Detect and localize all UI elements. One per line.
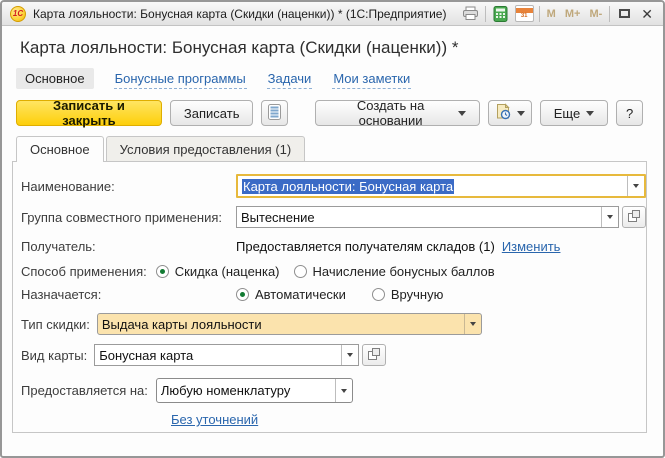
name-input[interactable]: Карта лояльности: Бонусная карта [236, 174, 646, 198]
memory-m-minus-button[interactable]: M- [587, 8, 604, 20]
radio-manually[interactable]: Вручную [372, 287, 443, 302]
apply-method-label: Способ применения: [21, 264, 147, 279]
card-kind-open-button[interactable] [362, 344, 386, 366]
tab-provision-conditions[interactable]: Условия предоставления (1) [106, 136, 306, 161]
maximize-button[interactable] [615, 5, 634, 22]
titlebar-separator [609, 6, 610, 22]
calculator-icon[interactable] [491, 5, 510, 22]
titlebar-separator [539, 6, 540, 22]
name-dropdown-button[interactable] [627, 176, 644, 196]
chevron-down-icon [586, 111, 594, 116]
radio-selected-icon [236, 288, 249, 301]
window-title: Карта лояльности: Бонусная карта (Скидки… [33, 7, 446, 21]
printer-icon[interactable] [461, 5, 480, 22]
command-bar: Записать и закрыть Записать Создать на о… [2, 93, 663, 134]
nav-item-my-notes[interactable]: Мои заметки [332, 69, 411, 89]
save-button[interactable]: Записать [170, 100, 254, 126]
discount-type-dropdown-button[interactable] [464, 314, 481, 334]
titlebar-separator [485, 6, 486, 22]
radio-unselected-icon [372, 288, 385, 301]
register-records-button[interactable] [261, 100, 288, 126]
open-icon [628, 210, 640, 225]
recipient-value: Предоставляется получателям складов (1) [236, 239, 495, 254]
document-history-button[interactable] [488, 100, 532, 126]
card-kind-input[interactable]: Бонусная карта [94, 344, 359, 366]
card-kind-label: Вид карты: [21, 348, 87, 363]
assigned-label: Назначается: [21, 287, 236, 302]
help-button[interactable]: ? [616, 100, 643, 126]
open-icon [368, 348, 380, 363]
nav-item-tasks[interactable]: Задачи [267, 69, 313, 89]
discount-type-input[interactable]: Выдача карты лояльности [97, 313, 482, 335]
memory-m-button[interactable]: M [545, 8, 558, 20]
recipient-change-link[interactable]: Изменить [502, 239, 561, 254]
calendar-icon[interactable]: 31 [515, 5, 534, 22]
chevron-down-icon [517, 111, 525, 116]
radio-selected-icon [156, 265, 169, 278]
shared-group-input[interactable]: Вытеснение [236, 206, 619, 228]
shared-group-open-button[interactable] [622, 206, 646, 228]
chevron-down-icon [458, 111, 466, 116]
more-button[interactable]: Еще [540, 100, 608, 126]
name-input-selected-text: Карта лояльности: Бонусная карта [242, 179, 454, 194]
radio-automatically[interactable]: Автоматически [236, 287, 346, 302]
app-window: 1С Карта лояльности: Бонусная карта (Ски… [0, 0, 665, 458]
radio-bonus-points[interactable]: Начисление бонусных баллов [294, 264, 495, 279]
recipient-label: Получатель: [21, 239, 236, 254]
no-refinements-link[interactable]: Без уточнений [171, 412, 258, 427]
shared-group-label: Группа совместного применения: [21, 210, 236, 225]
document-clock-icon [495, 103, 511, 123]
card-kind-dropdown-button[interactable] [341, 345, 358, 365]
name-label: Наименование: [21, 179, 236, 194]
form-panel: Наименование: Карта лояльности: Бонусная… [12, 161, 647, 433]
tab-strip: Основное Условия предоставления (1) [16, 136, 663, 161]
navigation-bar: Основное Бонусные программы Задачи Мои з… [2, 58, 663, 93]
tab-main[interactable]: Основное [16, 136, 104, 161]
close-button[interactable]: ✕ [639, 7, 655, 21]
calendar-day-label: 31 [521, 13, 528, 19]
radio-discount-markup[interactable]: Скидка (наценка) [156, 264, 280, 279]
provided-for-dropdown-button[interactable] [335, 379, 352, 402]
nav-item-main[interactable]: Основное [16, 68, 94, 89]
save-and-close-button[interactable]: Записать и закрыть [16, 100, 162, 126]
memory-m-plus-button[interactable]: M+ [563, 8, 583, 20]
register-icon [268, 104, 281, 123]
nav-item-bonus-programs[interactable]: Бонусные программы [114, 69, 247, 89]
page-title: Карта лояльности: Бонусная карта (Скидки… [2, 26, 663, 58]
title-bar: 1С Карта лояльности: Бонусная карта (Ски… [2, 2, 663, 26]
1c-logo-icon: 1С [10, 6, 26, 22]
create-based-on-button[interactable]: Создать на основании [315, 100, 479, 126]
discount-type-label: Тип скидки: [21, 317, 90, 332]
provided-for-select[interactable]: Любую номенклатуру [156, 378, 353, 403]
radio-unselected-icon [294, 265, 307, 278]
shared-group-dropdown-button[interactable] [601, 207, 618, 227]
provided-for-label: Предоставляется на: [21, 383, 148, 398]
